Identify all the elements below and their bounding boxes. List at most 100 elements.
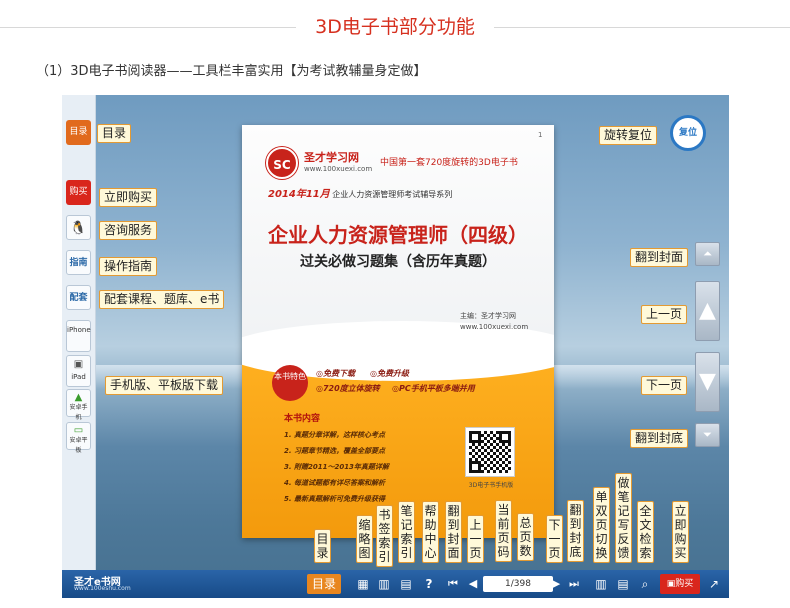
qr-corner — [499, 431, 511, 443]
page-indicator[interactable]: 1/398 — [483, 576, 553, 592]
content-item: 5. 最新真题解析可免费升级获得 — [284, 495, 385, 503]
sidebar-package-button[interactable]: 配套 — [66, 285, 91, 310]
first-page-icon[interactable]: ⏮ — [446, 574, 460, 594]
book-page[interactable]: 1 SC 圣才学习网 www.100xuexi.com 中国第一套720度旋转的… — [242, 125, 554, 538]
book-subtitle: 过关必做习题集（含历年真题） — [300, 254, 496, 270]
content-item: 1. 真题分章详解，这样核心考点 — [284, 431, 385, 439]
label-rotate: 旋转复位 — [599, 126, 658, 145]
help-icon[interactable]: ? — [421, 574, 437, 594]
book-series-date: 2014年11月 — [268, 189, 330, 200]
toolbar-logo-url: www.100eshu.com — [74, 585, 131, 592]
prev-arrow-icon[interactable]: ◀ — [466, 574, 480, 594]
sidebar-ipad-button[interactable]: ▣ iPad — [66, 355, 91, 387]
bookmark-icon[interactable]: ▥ — [376, 574, 392, 594]
content-item: 2. 习题章节精选，覆盖全部要点 — [284, 447, 385, 455]
label-next: 下一页 — [546, 515, 563, 563]
book-title: 企业人力资源管理师（四级） — [268, 223, 528, 247]
next-page-button[interactable]: ▼ — [695, 352, 720, 412]
toolbar-menu-button[interactable]: 目录 — [307, 574, 341, 594]
search-icon[interactable]: ⌕ — [637, 574, 653, 594]
sidebar-guide-button[interactable]: 指南 — [66, 250, 91, 275]
sidebar-menu-button[interactable]: 目录 — [66, 120, 91, 145]
header-divider-left — [0, 27, 296, 28]
arrow-down-icon: ▼ — [699, 369, 716, 394]
label-consult: 咨询服务 — [99, 221, 158, 240]
label-feedback: 做笔记写反馈 — [615, 473, 632, 563]
thumbnails-icon[interactable]: ▦ — [355, 574, 371, 594]
prev-page-button[interactable]: ▲ — [695, 281, 720, 341]
sidebar-ipad-label: iPad — [71, 373, 86, 381]
book-series-line: 2014年11月 企业人力资源管理师考试辅导系列 — [268, 185, 452, 200]
cart-icon: ▣ — [666, 579, 676, 589]
section-header: 3D电子书部分功能 — [0, 10, 790, 40]
android-tablet-icon: ▭ — [73, 425, 84, 436]
label-back-cover: 翻到封底 — [567, 500, 584, 562]
label-guide: 操作指南 — [99, 257, 158, 276]
first-page-button[interactable]: ⏶ — [695, 242, 720, 266]
label-bottom-menu: 目录 — [314, 529, 331, 563]
reader-window: 目录 购买 🐧 指南 配套 iPhone ▣ iPad ▲ 安卓手机 ▭ 安卓平… — [62, 95, 729, 598]
feature-item: ◎免费下载 — [316, 369, 355, 378]
sidebar-buy-button[interactable]: 购买 — [66, 180, 91, 205]
feature-item: ◎720度立体旋转 — [316, 384, 380, 393]
android-icon: ▲ — [74, 392, 83, 403]
sidebar-android-phone-label: 安卓手机 — [69, 404, 88, 421]
label-last-page: 翻到封底 — [630, 429, 689, 448]
sidebar-android-pad-label: 安卓平板 — [69, 437, 88, 454]
label-menu: 目录 — [97, 124, 132, 143]
label-notes: 笔记索引 — [398, 501, 415, 563]
label-buy-now: 立即购买 — [672, 501, 689, 563]
label-package: 配套课程、题库、e书 — [99, 290, 225, 309]
label-prev-page: 上一页 — [641, 305, 688, 324]
last-page-icon[interactable]: ⏭ — [567, 574, 581, 594]
tablet-icon: ▣ — [73, 359, 84, 370]
label-next-page: 下一页 — [641, 376, 688, 395]
sidebar-iphone-button[interactable]: iPhone — [66, 320, 91, 352]
label-bookmarks: 书签索引 — [376, 505, 393, 567]
arrow-down-bar-icon: ⏷ — [703, 428, 712, 441]
arrow-up-icon: ▲ — [699, 298, 716, 323]
next-arrow-icon[interactable]: ▶ — [549, 574, 563, 594]
qr-corner — [469, 431, 481, 443]
label-search: 全文检索 — [637, 501, 654, 563]
qq-icon[interactable]: 🐧 — [66, 215, 91, 240]
label-download: 手机版、平板版下载 — [105, 376, 224, 395]
book-editor: 主编：圣才学习网 — [460, 312, 516, 320]
book-tagline: 中国第一套720度旋转的3D电子书 — [380, 158, 518, 168]
content-title: 本书内容 — [284, 414, 321, 424]
brand-logo: SC — [266, 147, 298, 179]
sidebar-iphone-label: iPhone — [67, 326, 91, 334]
book-series: 企业人力资源管理师考试辅导系列 — [332, 190, 453, 199]
brand-url: www.100xuexi.com — [304, 165, 373, 173]
book-editor-url: www.100xuexi.com — [460, 323, 529, 331]
rotate-reset-button[interactable]: 复位 — [670, 115, 706, 151]
section-subtitle: （1）3D电子书阅读器——工具栏丰富实用【为考试教辅量身定做】 — [36, 64, 427, 79]
header-divider-right — [494, 27, 790, 28]
label-current-page: 当前页码 — [495, 500, 512, 562]
sidebar-android-phone-button[interactable]: ▲ 安卓手机 — [66, 389, 91, 421]
label-help: 帮助中心 — [422, 501, 439, 563]
qr-code — [465, 427, 515, 477]
left-sidebar: 目录 购买 🐧 指南 配套 iPhone ▣ iPad ▲ 安卓手机 ▭ 安卓平… — [62, 95, 96, 570]
sidebar-android-pad-button[interactable]: ▭ 安卓平板 — [66, 422, 91, 454]
label-page-switch: 单双页切换 — [593, 487, 610, 563]
label-thumbnails: 缩略图 — [356, 515, 373, 563]
book-page-number: 1 — [538, 131, 543, 139]
toolbar-buy-label: 购买 — [675, 579, 694, 589]
qr-caption: 3D电子书手机版 — [468, 482, 514, 489]
feature-item: ◎PC手机平板多端并用 — [392, 384, 475, 393]
feature-item: ◎免费升级 — [370, 369, 409, 378]
feedback-icon[interactable]: ▤ — [615, 574, 631, 594]
label-prev: 上一页 — [467, 515, 484, 563]
qr-corner — [469, 461, 481, 473]
page-switch-icon[interactable]: ▥ — [593, 574, 609, 594]
last-page-button[interactable]: ⏷ — [695, 423, 720, 447]
page-title: 3D电子书部分功能 — [315, 16, 475, 38]
toolbar-buy-button[interactable]: ▣购买 — [660, 574, 700, 594]
label-buy: 立即购买 — [99, 188, 158, 207]
share-icon[interactable]: ↗ — [706, 574, 722, 594]
note-icon[interactable]: ▤ — [398, 574, 414, 594]
label-total-pages: 总页数 — [517, 513, 534, 561]
label-first-page: 翻到封面 — [630, 248, 689, 267]
feature-badge: 本书特色 — [272, 365, 308, 401]
